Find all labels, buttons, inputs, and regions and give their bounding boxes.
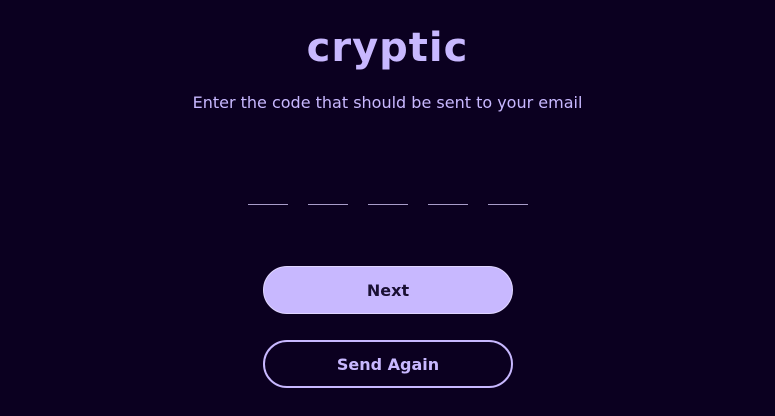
code-digit-3[interactable] bbox=[368, 188, 408, 205]
code-digit-1[interactable] bbox=[248, 188, 288, 205]
verification-prompt: Enter the code that should be sent to yo… bbox=[192, 93, 583, 112]
app-logo: cryptic bbox=[306, 25, 469, 71]
code-digit-5[interactable] bbox=[488, 188, 528, 205]
send-again-button[interactable]: Send Again bbox=[263, 340, 513, 388]
verification-code-group bbox=[248, 188, 532, 208]
next-button[interactable]: Next bbox=[263, 266, 513, 314]
code-digit-2[interactable] bbox=[308, 188, 348, 205]
code-digit-4[interactable] bbox=[428, 188, 468, 205]
